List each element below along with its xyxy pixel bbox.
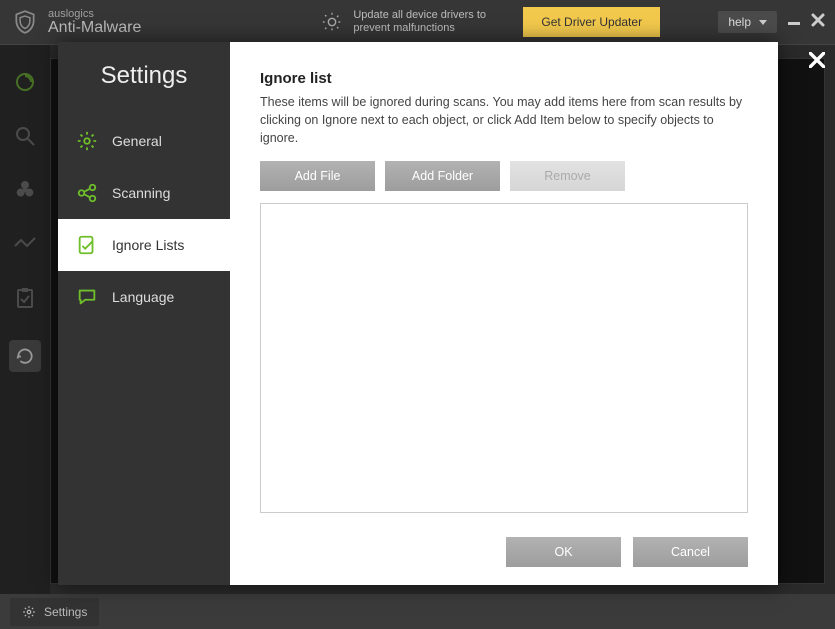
- close-button[interactable]: [811, 13, 825, 32]
- strip-scan-icon[interactable]: [13, 70, 37, 94]
- nav-general-label: General: [112, 133, 162, 149]
- help-label: help: [728, 15, 751, 29]
- add-folder-button[interactable]: Add Folder: [385, 161, 500, 191]
- ok-button[interactable]: OK: [506, 537, 621, 567]
- nav-item-general[interactable]: General: [58, 115, 230, 167]
- nav-item-ignore-lists[interactable]: Ignore Lists: [58, 219, 230, 271]
- nav-language-label: Language: [112, 289, 174, 305]
- app-header: auslogics Anti-Malware Update all device…: [0, 0, 835, 45]
- nav-item-scanning[interactable]: Scanning: [58, 167, 230, 219]
- settings-sidebar: Settings General Scanning Ignore Lists: [58, 42, 230, 585]
- strip-refresh-icon[interactable]: [9, 340, 41, 372]
- nav-item-language[interactable]: Language: [58, 271, 230, 323]
- chevron-down-icon: [759, 15, 767, 29]
- settings-dialog: Settings General Scanning Ignore Lists: [58, 42, 778, 585]
- content-heading: Ignore list: [260, 70, 748, 87]
- app-bottom-bar: Settings: [0, 594, 835, 629]
- strip-hazard-icon[interactable]: [13, 178, 37, 202]
- settings-title: Settings: [58, 62, 230, 90]
- app-side-strip: [0, 45, 50, 594]
- promo-text: Update all device drivers to prevent mal…: [353, 9, 513, 35]
- nav-ignore-label: Ignore Lists: [112, 237, 184, 253]
- bottom-settings-button[interactable]: Settings: [10, 598, 99, 626]
- remove-button: Remove: [510, 161, 625, 191]
- content-description: These items will be ignored during scans…: [260, 93, 748, 147]
- brand-line1: auslogics: [48, 9, 141, 20]
- app-window: auslogics Anti-Malware Update all device…: [0, 0, 835, 629]
- chat-icon: [76, 286, 98, 308]
- brand-line2: Anti-Malware: [48, 20, 141, 36]
- get-driver-updater-button[interactable]: Get Driver Updater: [523, 7, 660, 37]
- brand-block: auslogics Anti-Malware: [48, 9, 141, 36]
- strip-clipboard-icon[interactable]: [13, 286, 37, 310]
- strip-search-icon[interactable]: [13, 124, 37, 148]
- minimize-button[interactable]: [787, 13, 801, 32]
- share-icon: [76, 182, 98, 204]
- modal-close-button[interactable]: [809, 52, 825, 73]
- promo-block: Update all device drivers to prevent mal…: [321, 7, 660, 37]
- ignore-list-box[interactable]: [260, 203, 748, 513]
- strip-zigzag-icon[interactable]: [13, 232, 37, 256]
- dialog-footer: OK Cancel: [260, 537, 748, 567]
- help-dropdown[interactable]: help: [718, 11, 777, 33]
- sun-icon: [321, 11, 343, 33]
- gear-icon: [76, 130, 98, 152]
- bottom-settings-label: Settings: [44, 605, 87, 619]
- header-right: help: [718, 11, 825, 33]
- ignore-actions-row: Add File Add Folder Remove: [260, 161, 748, 191]
- nav-scanning-label: Scanning: [112, 185, 170, 201]
- shield-logo-icon: [10, 7, 40, 37]
- add-file-button[interactable]: Add File: [260, 161, 375, 191]
- gear-icon: [22, 605, 36, 619]
- cancel-button[interactable]: Cancel: [633, 537, 748, 567]
- list-check-icon: [76, 234, 98, 256]
- settings-content: Ignore list These items will be ignored …: [230, 42, 778, 585]
